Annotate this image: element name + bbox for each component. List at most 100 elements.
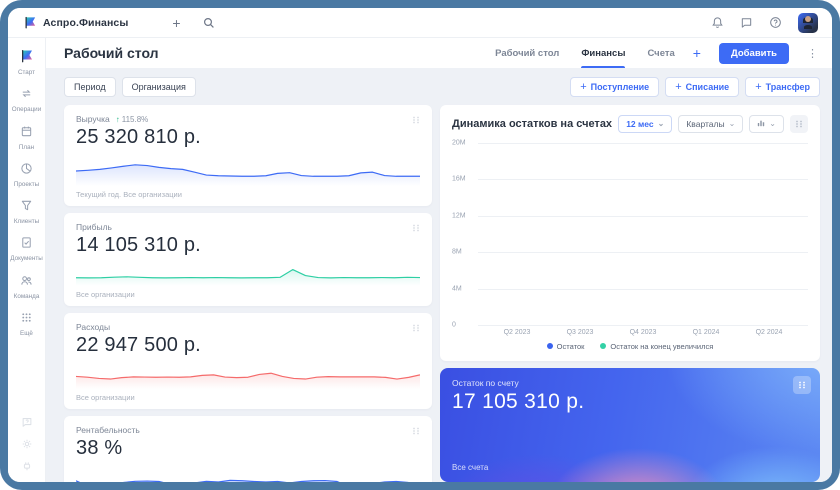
new-item-button[interactable]: + (172, 16, 180, 30)
chart-type-dropdown[interactable]: ⌄ (749, 115, 784, 133)
y-tick-label: 16M (452, 176, 472, 183)
workspace-tabs: Рабочий стол Финансы Счета (495, 38, 675, 68)
chart-legend: Остаток Остаток на конец увеличился (452, 339, 808, 353)
tab-счета[interactable]: Счета (647, 38, 674, 68)
legend-dot (600, 343, 606, 349)
action-label: Поступление (591, 82, 650, 92)
kpi-title: Прибыль (76, 222, 112, 232)
filter-chips: Период Организация (64, 77, 196, 97)
kpi-value: 14 105 310 р. (76, 234, 420, 257)
y-tick-label: 12M (452, 212, 472, 219)
legend-item: Остаток на конец увеличился (600, 342, 713, 351)
page-header: Рабочий стол Рабочий столФинансыСчета + … (46, 38, 832, 68)
plan-icon (20, 125, 33, 143)
y-tick-label: 4M (452, 285, 472, 292)
aspro-flag-icon (20, 49, 34, 68)
kpi-card-расходы: Расходы 22 947 500 р. Все организации (64, 313, 432, 409)
drag-handle-icon[interactable] (408, 220, 424, 236)
kpi-sparkline (76, 363, 420, 389)
sidebar-item-label: Операции (12, 107, 41, 113)
more-menu-icon[interactable]: ⋮ (807, 47, 818, 60)
documents-icon (20, 236, 33, 254)
kpi-title: Выручка (76, 114, 110, 124)
kpi-delta-badge: ↑115.8% (116, 115, 149, 124)
action-label: Трансфер (766, 82, 810, 92)
add-button[interactable]: Добавить (719, 43, 789, 64)
avatar[interactable] (798, 13, 818, 33)
main-area: Рабочий стол Рабочий столФинансыСчета + … (46, 38, 832, 482)
chevron-down-icon: ⌄ (658, 120, 665, 128)
sidebar-item-label: План (19, 145, 34, 151)
kpi-head: Рентабельность (76, 425, 420, 435)
sidebar-item-7[interactable]: Ещё (10, 306, 42, 343)
filter-period[interactable]: Период (64, 77, 116, 97)
chart-control-1[interactable]: Кварталы⌄ (678, 115, 743, 133)
add-tab-button[interactable]: + (693, 45, 701, 61)
legend-dot (547, 343, 553, 349)
kpi-title: Расходы (76, 322, 110, 332)
sidebar-item-6[interactable]: Команда (10, 269, 42, 306)
search-icon[interactable] (203, 17, 215, 29)
kpi-card-выручка: Выручка↑115.8%25 320 810 р.Текущий год. … (64, 105, 432, 206)
gear-icon[interactable] (21, 438, 33, 450)
sidebar-item-label: Команда (14, 294, 40, 300)
drag-handle-icon[interactable] (793, 376, 811, 394)
drag-handle-icon[interactable] (790, 115, 808, 133)
sidebar-item-label: Клиенты (14, 219, 39, 225)
chat-icon[interactable] (740, 16, 753, 29)
app-name: Аспро.Финансы (43, 17, 128, 29)
filter-organization[interactable]: Организация (122, 77, 196, 97)
action-поступление[interactable]: +Поступление (570, 77, 659, 97)
sidebar-item-label: Документы (10, 256, 42, 262)
legend-item: Остаток (547, 342, 585, 351)
dashboard-content: ПериодОрганизация +Поступление+Списание+… (46, 68, 832, 482)
kpi-head: Расходы (76, 322, 420, 332)
balance-label: Остаток по счету (452, 378, 808, 388)
sidebar-footer (21, 416, 33, 482)
drag-handle-icon[interactable] (408, 423, 424, 439)
bar-chart-icon (757, 119, 765, 129)
team-icon (20, 274, 33, 292)
arrow-up-icon: ↑ (116, 115, 120, 124)
tab-финансы[interactable]: Финансы (581, 38, 625, 68)
sidebar-item-3[interactable]: Проекты (10, 157, 42, 194)
plug-icon[interactable] (21, 460, 33, 472)
gridline (478, 325, 808, 326)
sidebar: Старт Операции План Проекты Клиенты Документы… (8, 38, 46, 482)
kpi-card-прибыль: Прибыль14 105 310 р.Все организации (64, 213, 432, 306)
x-axis-label: Q4 2023 (620, 329, 666, 336)
help-icon[interactable] (769, 16, 782, 29)
account-balance-card: Остаток по счету 17 105 310 р. Все счета (440, 368, 820, 482)
help-bubble-icon[interactable] (21, 416, 33, 428)
chart-control-0[interactable]: 12 мес ⌄ (618, 115, 672, 133)
sidebar-item-4[interactable]: Клиенты (10, 194, 42, 231)
chevron-down-icon: ⌄ (769, 120, 776, 128)
kpi-caption: Все организации (76, 393, 420, 402)
control-label: Кварталы (686, 119, 724, 129)
tab-рабочий-стол[interactable]: Рабочий стол (495, 38, 559, 68)
control-label: 12 мес (626, 119, 653, 129)
action-списание[interactable]: +Списание (665, 77, 739, 97)
kpi-value: 25 320 810 р. (76, 126, 420, 149)
top-bar: Аспро.Финансы + (8, 8, 832, 38)
sidebar-item-2[interactable]: План (10, 120, 42, 157)
sidebar-item-1[interactable]: Операции (10, 82, 42, 119)
page-title: Рабочий стол (64, 45, 159, 61)
bell-icon[interactable] (711, 16, 724, 29)
chart-title: Динамика остатков на счетах (452, 118, 612, 130)
bars-container (478, 143, 808, 325)
x-axis-label: Q1 2024 (683, 329, 729, 336)
drag-handle-icon[interactable] (408, 112, 424, 128)
drag-handle-icon[interactable] (408, 320, 424, 336)
kpi-card-рентабельность: Рентабельность38 % (64, 416, 432, 482)
action-трансфер[interactable]: +Трансфер (745, 77, 820, 97)
legend-label: Остаток (557, 342, 585, 351)
chart-controls: 12 мес ⌄ Кварталы⌄ ⌄ (618, 115, 808, 133)
x-axis-labels: Q2 2023Q3 2023Q4 2023Q1 2024Q2 2024 (478, 325, 808, 339)
action-chips: +Поступление +Списание +Трансфер (570, 77, 820, 97)
sidebar-item-5[interactable]: Документы (10, 231, 42, 268)
app-logo-icon (24, 16, 37, 29)
kpi-value: 22 947 500 р. (76, 334, 420, 357)
sidebar-item-start[interactable]: Старт (10, 44, 42, 82)
projects-icon (20, 162, 33, 180)
